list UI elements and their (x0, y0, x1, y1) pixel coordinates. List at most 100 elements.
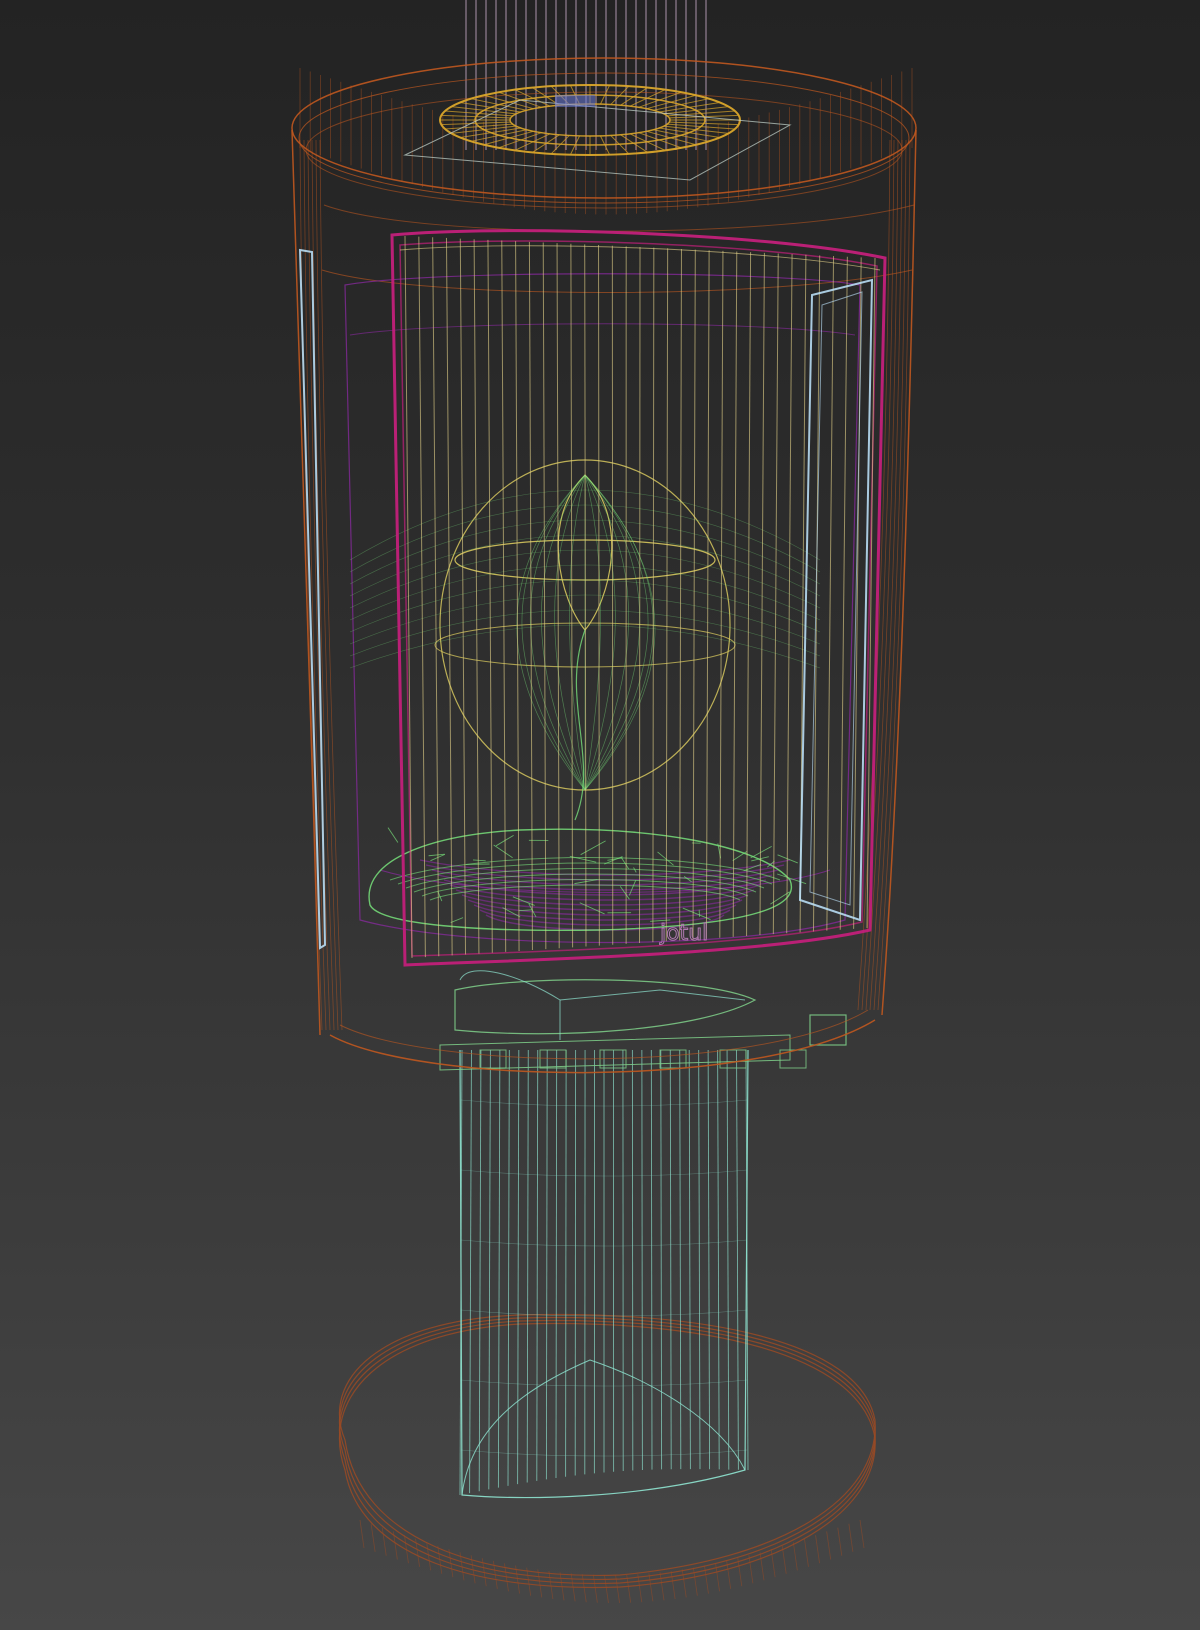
glass-line (680, 249, 682, 940)
3d-viewport[interactable]: jotul (0, 0, 1200, 1630)
base-plate-outline (339, 1324, 875, 1588)
glass-line (760, 253, 764, 935)
base-plate-rib (671, 1571, 675, 1599)
ash-tray-clip (720, 1050, 746, 1068)
firebox-band (350, 324, 855, 335)
pedestal-rib (689, 1050, 690, 1469)
base-plate-rib (416, 1539, 420, 1567)
base-plate-outline (339, 1317, 875, 1579)
glass-line (720, 251, 723, 938)
right-side-window (800, 280, 872, 920)
pedestal-rib (670, 1050, 671, 1469)
pedestal-rib (651, 1050, 652, 1470)
firebox-grate (468, 900, 742, 915)
pedestal-rib (527, 1050, 528, 1482)
base-plate-rib (793, 1542, 797, 1570)
base-plate-rib (649, 1573, 653, 1601)
glass-line (666, 248, 667, 941)
pedestal-rib (737, 1050, 739, 1470)
log-wire (733, 851, 747, 860)
base-plate-rib (582, 1574, 586, 1602)
ash-tray-wireframe (440, 971, 846, 1070)
ash-tray-clip (480, 1050, 506, 1068)
base-plate-rib (760, 1552, 764, 1580)
base-plate-rib (638, 1574, 642, 1602)
base-plate-rib (816, 1535, 820, 1563)
log-wire (473, 860, 486, 861)
base-plate-rib (849, 1524, 853, 1552)
body-bottom-curve (330, 1020, 875, 1073)
pedestal-rib (470, 1050, 472, 1493)
pedestal-rib (508, 1050, 509, 1486)
pedestal-rib (661, 1050, 662, 1469)
glass-line (474, 239, 479, 953)
stove-logo-text: jotul (659, 921, 708, 946)
glass-line (571, 244, 573, 948)
body-top-ellipse (292, 58, 916, 198)
right-side-window-inner (810, 292, 862, 905)
flame-meridian (585, 475, 653, 790)
base-plate-rib (549, 1571, 553, 1599)
pedestal-rib (642, 1050, 643, 1470)
base-plate-rib (727, 1561, 731, 1589)
ash-tray-outline (455, 980, 755, 1034)
ash-tray-rail (440, 1035, 790, 1070)
glass-line (516, 241, 519, 951)
base-plate-outline (339, 1314, 875, 1575)
pedestal-rib (699, 1050, 700, 1469)
top-ring-spoke (445, 124, 513, 129)
top-ring-spoke (667, 124, 735, 129)
pedestal-rib (556, 1050, 557, 1478)
glass-line (488, 240, 492, 953)
ash-tray-lid (560, 990, 745, 1000)
base-plate-rib (738, 1558, 742, 1586)
glass-line (693, 250, 695, 940)
pedestal-rib (518, 1050, 519, 1484)
log-wire (581, 841, 606, 855)
log-wire (751, 846, 772, 858)
base-plate-rib (427, 1542, 431, 1570)
base-plate-rib (393, 1531, 397, 1559)
body-top-ellipse-inner (306, 92, 902, 208)
base-plate-rib (782, 1546, 786, 1574)
base-plate-rib (827, 1531, 831, 1559)
glass-line (433, 237, 439, 956)
base-plate-rib (538, 1569, 542, 1597)
log-wire (494, 845, 513, 858)
base-plate-rib (627, 1575, 631, 1603)
ash-tray-clip (660, 1050, 686, 1068)
wireframe-stove-model[interactable]: jotul (0, 0, 1200, 1630)
glass-line (653, 248, 654, 942)
pedestal-cut-face (462, 1360, 745, 1495)
base-plate-rib (804, 1539, 808, 1567)
log-wire (658, 852, 674, 865)
base-plate-rib (382, 1528, 386, 1556)
body-band (324, 205, 914, 231)
glass-line (787, 254, 792, 933)
glass-line (840, 257, 847, 930)
glass-line (773, 253, 778, 934)
glass-line (419, 237, 426, 957)
body-side-wire (304, 140, 326, 1030)
pedestal-rib (498, 1050, 499, 1488)
glass-line (460, 239, 465, 955)
log-wire (451, 918, 463, 923)
pedestal-wireframe (460, 1050, 748, 1497)
glass-line (543, 242, 546, 949)
base-plate-rib (660, 1572, 664, 1600)
top-ring-marker (555, 95, 595, 107)
pedestal-rib (708, 1050, 709, 1469)
pedestal-rib (566, 1050, 567, 1477)
base-plate-wireframe (339, 1314, 875, 1602)
glass-line (854, 257, 862, 929)
glass-line (529, 242, 532, 950)
pedestal-rib (680, 1050, 681, 1469)
pedestal-rib (479, 1050, 481, 1491)
glass-line (747, 252, 751, 936)
base-plate-rib (838, 1528, 842, 1556)
pedestal-rib (727, 1050, 729, 1470)
log-wire (777, 874, 806, 884)
glass-line (599, 245, 600, 946)
pedestal-rib (546, 1050, 547, 1479)
glass-line (733, 252, 737, 937)
